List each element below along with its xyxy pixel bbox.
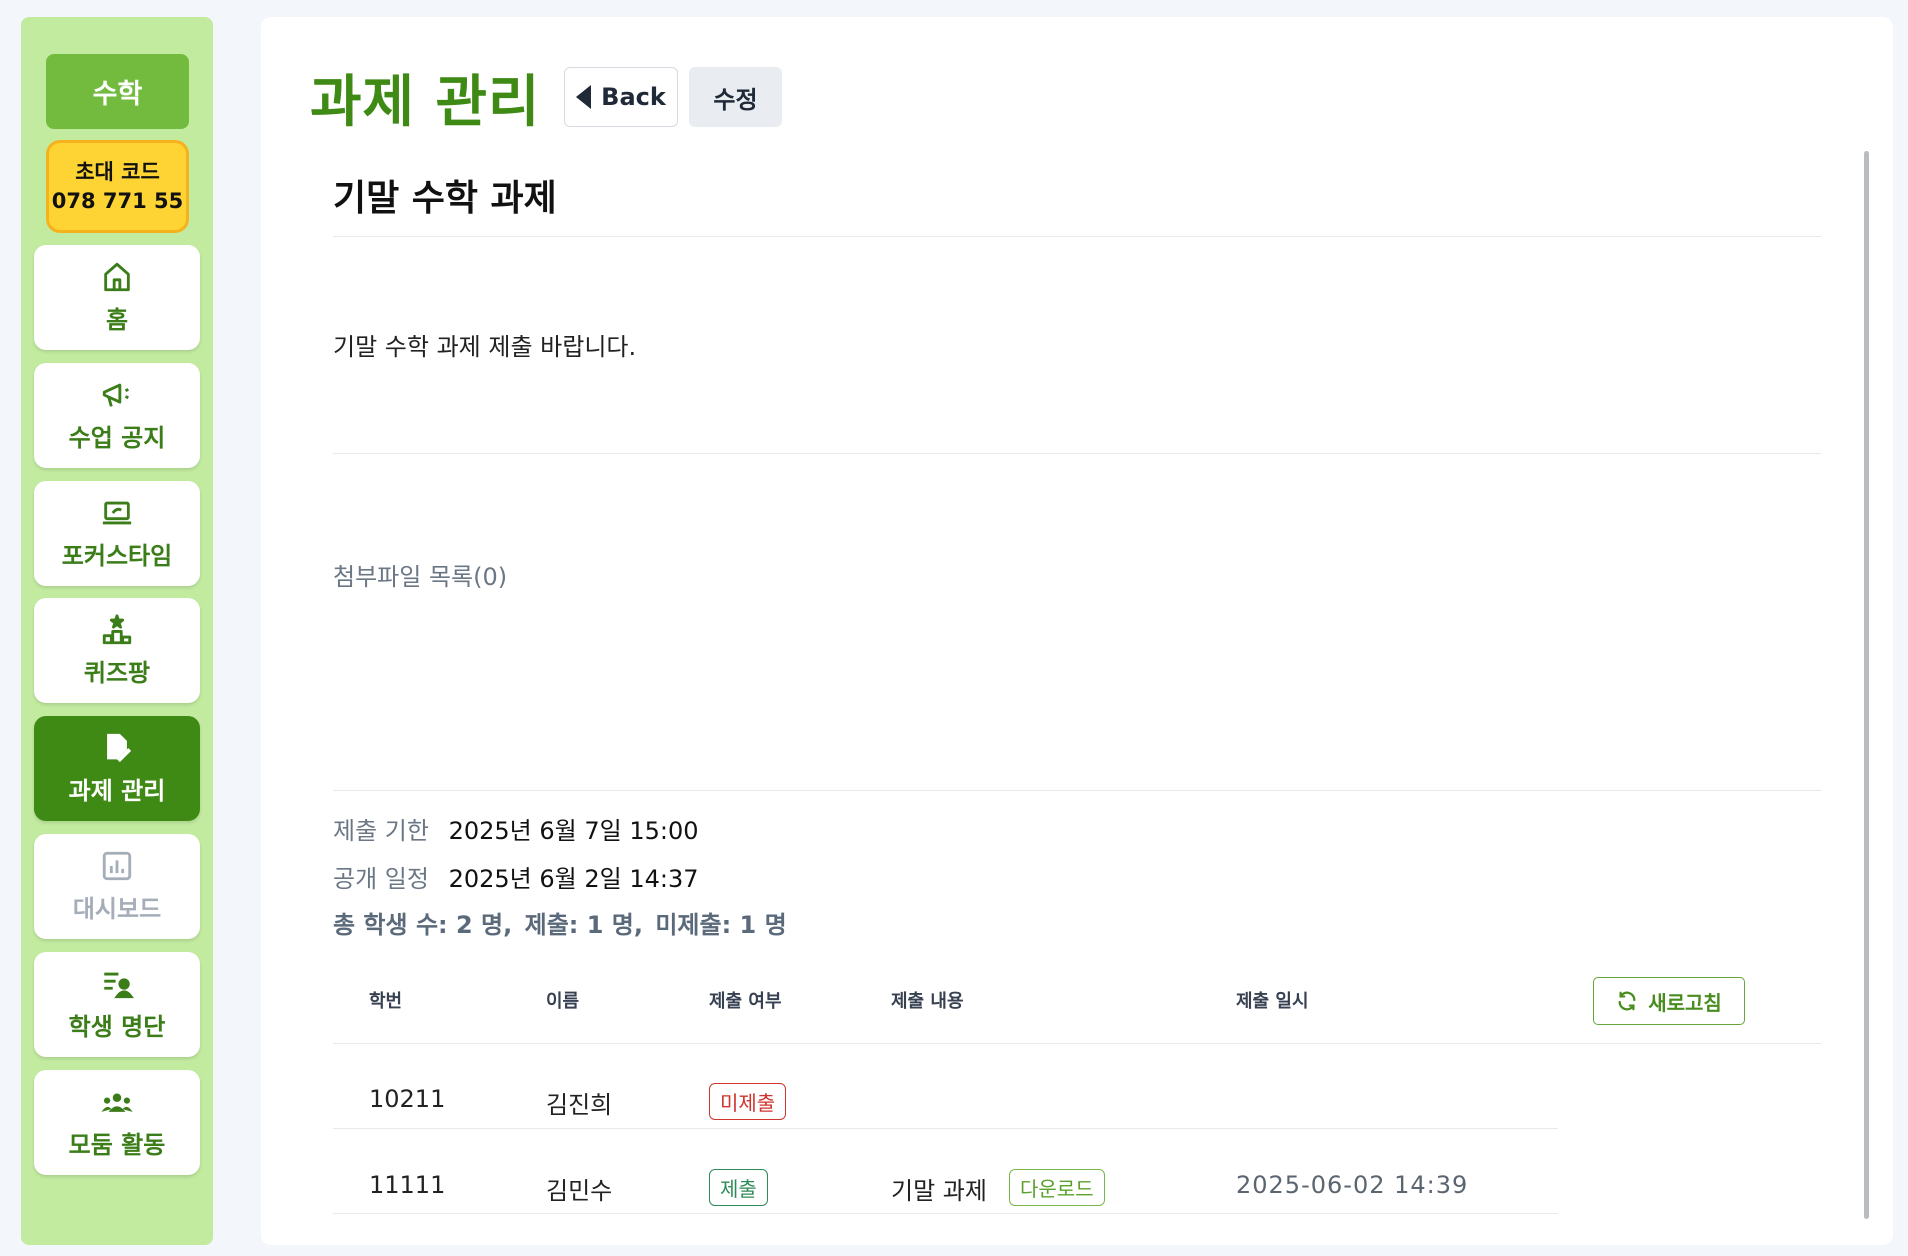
summary-total: 총 학생 수: 2 명, — [333, 911, 513, 939]
deadline-label: 제출 기한 — [333, 817, 429, 845]
refresh-icon — [1618, 991, 1636, 1011]
sidebar-item-focustime[interactable]: 포커스타임 — [34, 481, 200, 586]
back-button[interactable]: Back — [564, 67, 678, 127]
subject-button[interactable]: 수학 — [46, 54, 189, 129]
sidebar: 수학 초대 코드 078 771 55 홈 수업 공지 포커스타임 퀴즈팡 과제… — [21, 17, 213, 1245]
main-panel: 과제 관리 Back 수정 기말 수학 과제 기말 수학 과제 제출 바랍니다.… — [261, 17, 1893, 1245]
edit-button[interactable]: 수정 — [689, 67, 782, 127]
sidebar-item-label: 홈 — [105, 306, 129, 334]
sidebar-item-label: 학생 명단 — [68, 1013, 166, 1041]
row-divider — [333, 1213, 1558, 1214]
sidebar-item-label: 포커스타임 — [61, 542, 173, 570]
student-name: 김민수 — [546, 1177, 613, 1205]
refresh-label: 새로고침 — [1648, 990, 1722, 1015]
summary-not-submitted: 미제출: 1 명 — [655, 911, 787, 939]
sidebar-item-quiz[interactable]: 퀴즈팡 — [34, 598, 200, 703]
invite-code-value: 078 771 55 — [51, 188, 184, 213]
submission-summary: 총 학생 수: 2 명, 제출: 1 명, 미제출: 1 명 — [333, 905, 791, 940]
divider — [333, 453, 1821, 454]
home-icon — [104, 262, 130, 292]
column-header-name: 이름 — [546, 991, 580, 1012]
status-badge: 제출 — [709, 1169, 768, 1206]
status-badge: 미제출 — [709, 1083, 787, 1120]
publish-label: 공개 일정 — [333, 865, 429, 893]
scrollbar[interactable] — [1864, 151, 1869, 1219]
megaphone-icon — [102, 383, 129, 407]
group-icon — [101, 1093, 133, 1112]
sidebar-item-home[interactable]: 홈 — [34, 245, 200, 350]
file-edit-icon — [107, 733, 132, 763]
publish-value: 2025년 6월 2일 14:37 — [448, 865, 699, 893]
student-name: 김진희 — [546, 1091, 613, 1119]
submission-content: 기말 과제 — [891, 1177, 987, 1205]
refresh-button[interactable]: 새로고침 — [1593, 977, 1745, 1025]
student-id: 11111 — [369, 1171, 446, 1199]
sidebar-item-label: 과제 관리 — [68, 777, 166, 805]
back-label: Back — [601, 83, 666, 111]
divider — [333, 236, 1821, 237]
sidebar-item-dashboard[interactable]: 대시보드 — [34, 834, 200, 939]
sidebar-item-students[interactable]: 학생 명단 — [34, 952, 200, 1057]
row-divider — [333, 1128, 1558, 1129]
attachments-label: 첨부파일 목록(0) — [333, 563, 508, 591]
podium-icon — [102, 614, 132, 645]
submission-date: 2025-06-02 14:39 — [1236, 1171, 1469, 1199]
sidebar-item-label: 퀴즈팡 — [83, 659, 151, 687]
summary-submitted: 제출: 1 명, — [524, 911, 643, 939]
assignment-description: 기말 수학 과제 제출 바랍니다. — [333, 333, 637, 361]
deadline-value: 2025년 6월 7일 15:00 — [448, 817, 699, 845]
table-header-divider — [333, 1043, 1821, 1044]
column-header-date: 제출 일시 — [1236, 991, 1309, 1012]
edit-label: 수정 — [713, 85, 758, 114]
sidebar-item-notice[interactable]: 수업 공지 — [34, 363, 200, 468]
bar-chart-icon — [102, 851, 132, 881]
page-title: 과제 관리 — [310, 70, 541, 135]
invite-code-box: 초대 코드 078 771 55 — [46, 140, 189, 233]
deadline-row: 제출 기한 2025년 6월 7일 15:00 — [333, 811, 699, 846]
sidebar-item-label: 수업 공지 — [68, 424, 166, 452]
column-header-content: 제출 내용 — [891, 991, 964, 1012]
sidebar-item-label: 대시보드 — [72, 895, 162, 923]
divider — [333, 790, 1821, 791]
sidebar-item-label: 모둠 활동 — [68, 1131, 166, 1159]
student-list-icon — [104, 972, 134, 999]
publish-row: 공개 일정 2025년 6월 2일 14:37 — [333, 859, 699, 894]
sidebar-item-assignments[interactable]: 과제 관리 — [34, 716, 200, 821]
invite-code-label: 초대 코드 — [75, 160, 160, 185]
back-triangle-icon — [576, 85, 592, 109]
download-button[interactable]: 다운로드 — [1009, 1169, 1105, 1206]
sidebar-item-group[interactable]: 모둠 활동 — [34, 1070, 200, 1175]
student-id: 10211 — [369, 1085, 446, 1113]
assignment-title: 기말 수학 과제 — [333, 178, 557, 219]
column-header-id: 학번 — [369, 991, 403, 1012]
subject-label: 수학 — [92, 79, 143, 110]
laptop-icon — [102, 501, 132, 525]
column-header-status: 제출 여부 — [709, 991, 782, 1012]
